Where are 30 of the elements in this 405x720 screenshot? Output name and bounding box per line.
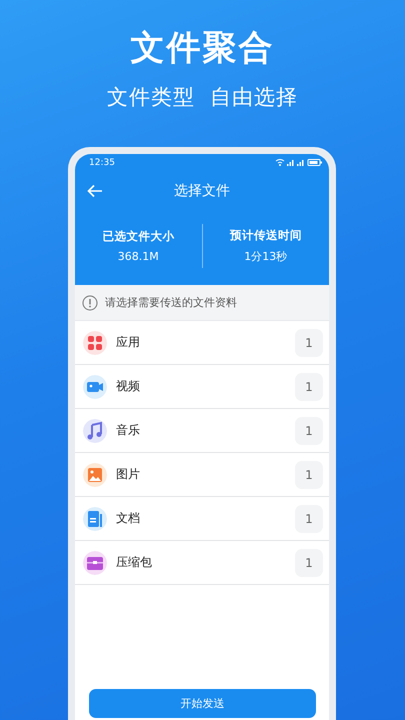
image-icon [83,462,107,486]
file-type-label[interactable]: 应用 [116,334,295,351]
grid-icon [83,330,107,354]
camera-icon [83,374,107,398]
subheadline: 文件类型 自由选择 [106,84,298,111]
file-type-label[interactable]: 视频 [116,378,295,395]
headline: 文件聚合 [130,27,274,70]
file-count: 1 [295,548,323,576]
stat-value: 368.1M [118,250,159,263]
file-type-label[interactable]: 文档 [116,510,295,527]
back-arrow-icon[interactable] [87,184,103,198]
file-count: 1 [295,372,323,400]
briefcase-icon [83,550,107,574]
status-icons [275,158,323,167]
document-icon [83,506,107,530]
info-icon [82,294,98,310]
file-count: 1 [295,328,323,356]
stat-value: 1分13秒 [244,249,288,264]
music-note-icon [83,418,107,442]
file-type-label[interactable]: 压缩包 [116,554,295,571]
notice-text: 请选择需要传送的文件资料 [105,295,237,310]
stat-label: 已选文件大小 [102,229,174,244]
file-type-label[interactable]: 音乐 [116,422,295,439]
status-time: 12:35 [89,158,115,168]
screen-title: 选择文件 [174,182,230,200]
file-type-label[interactable]: 图片 [116,466,295,483]
file-count: 1 [295,504,323,532]
file-count: 1 [295,460,323,488]
stat-label: 预计传送时间 [230,228,302,243]
file-count: 1 [295,416,323,444]
